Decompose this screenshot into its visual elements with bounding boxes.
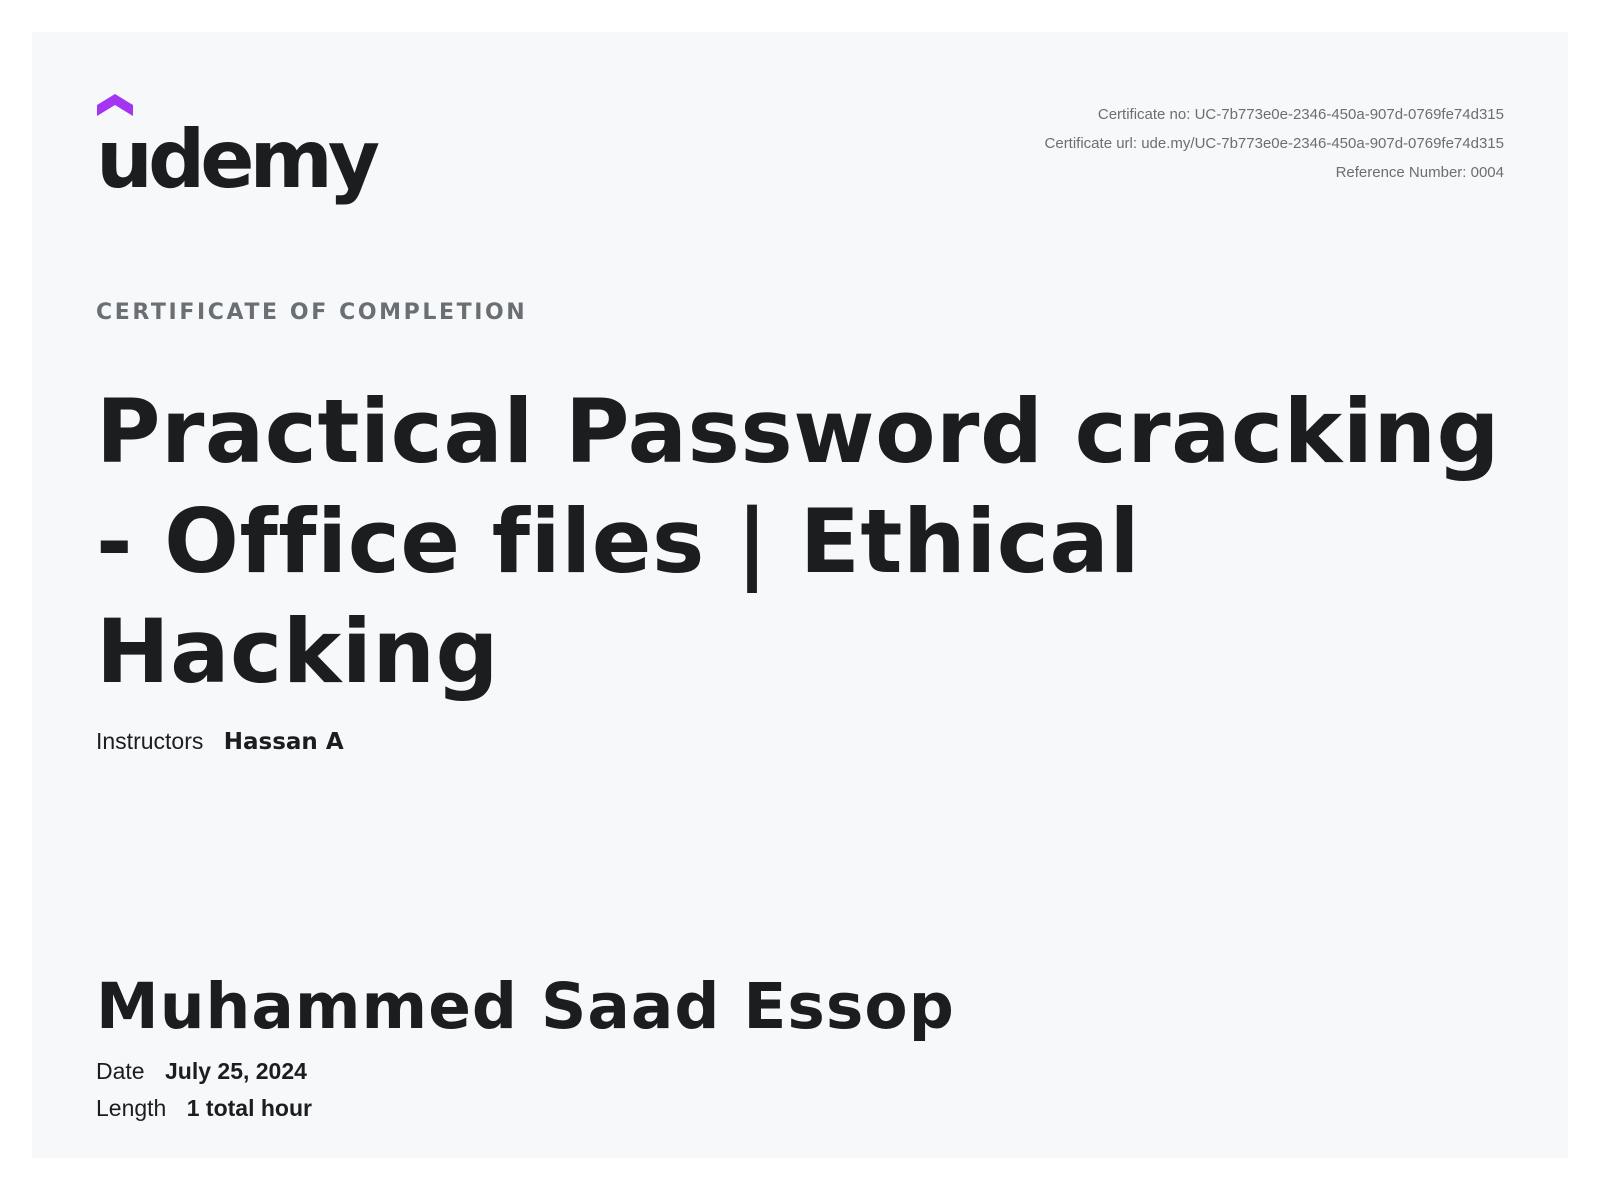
certificate-number: Certificate no: UC-7b773e0e-2346-450a-90… [1097,106,1504,123]
logo-wordmark: udemy [96,113,380,206]
instructors-value: Hassan A [223,729,344,755]
udemy-logo: udemy [96,92,396,202]
instructors-row: Instructors Hassan A [96,728,344,755]
udemy-hat-icon [97,94,133,116]
date-row: Date July 25, 2024 [96,1058,307,1085]
certificate-meta: Certificate no: UC-7b773e0e-2346-450a-90… [1045,100,1504,187]
instructors-label: Instructors [96,728,204,754]
reference-number: Reference Number: 0004 [1335,164,1504,181]
length-label: Length [96,1095,167,1121]
course-title: Practical Password cracking - Office fil… [96,380,1501,703]
length-row: Length 1 total hour [96,1095,312,1122]
student-name: Muhammed Saad Essop [96,970,955,1043]
certificate-page: udemy Certificate no: UC-7b773e0e-2346-4… [32,32,1568,1158]
certificate-heading: CERTIFICATE OF COMPLETION [96,300,528,325]
certificate-url[interactable]: Certificate url: ude.my/UC-7b773e0e-2346… [1045,129,1504,158]
date-label: Date [96,1058,145,1084]
length-value: 1 total hour [186,1095,312,1121]
date-value: July 25, 2024 [164,1058,307,1084]
